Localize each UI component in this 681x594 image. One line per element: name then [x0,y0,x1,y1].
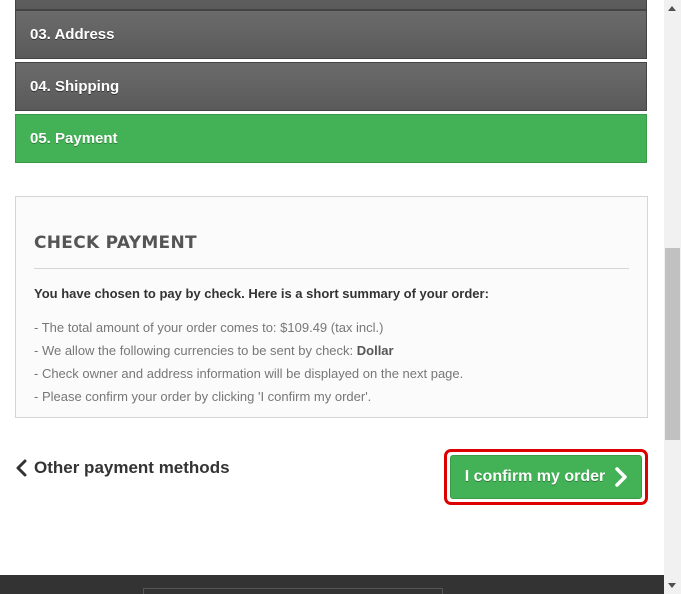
currency-value: Dollar [356,343,394,358]
scrollbar-thumb[interactable] [665,248,680,440]
currency-prefix: - We allow the following currencies to b… [34,343,357,358]
check-payment-panel: CHECK PAYMENT You have chosen to pay by … [15,196,648,418]
page-content: 03. Address 04. Shipping 05. Payment CHE… [0,0,664,594]
step-previous[interactable] [15,0,647,10]
confirm-order-label: I confirm my order [464,468,606,485]
step-payment[interactable]: 05. Payment [15,114,647,163]
step-address-label: 03. Address [30,26,115,43]
step-address[interactable]: 03. Address [15,10,647,59]
divider [34,268,629,269]
step-payment-label: 05. Payment [30,130,118,147]
vertical-scrollbar[interactable] [664,0,681,594]
chevron-right-icon [615,467,627,487]
total-amount-line: - The total amount of your order comes t… [34,320,384,335]
payment-details-list: - The total amount of your order comes t… [34,316,463,408]
scroll-up-icon[interactable] [668,6,676,11]
payment-summary: You have chosen to pay by check. Here is… [34,286,489,301]
footer-element [143,588,443,594]
info-line: - Check owner and address information wi… [34,366,464,381]
currency-line: - We allow the following currencies to b… [34,339,463,362]
confirm-order-highlight: I confirm my order [444,449,648,505]
confirm-order-button[interactable]: I confirm my order [450,455,642,499]
step-shipping-label: 04. Shipping [30,78,120,95]
footer [0,575,664,594]
other-payment-methods-label: Other payment methods [34,458,230,477]
step-shipping[interactable]: 04. Shipping [15,62,647,111]
chevron-left-icon [16,459,27,477]
confirm-instruction-line: - Please confirm your order by clicking … [34,389,372,404]
scroll-down-icon[interactable] [668,583,676,588]
other-payment-methods-link[interactable]: Other payment methods [15,458,230,478]
panel-title: CHECK PAYMENT [34,233,197,253]
